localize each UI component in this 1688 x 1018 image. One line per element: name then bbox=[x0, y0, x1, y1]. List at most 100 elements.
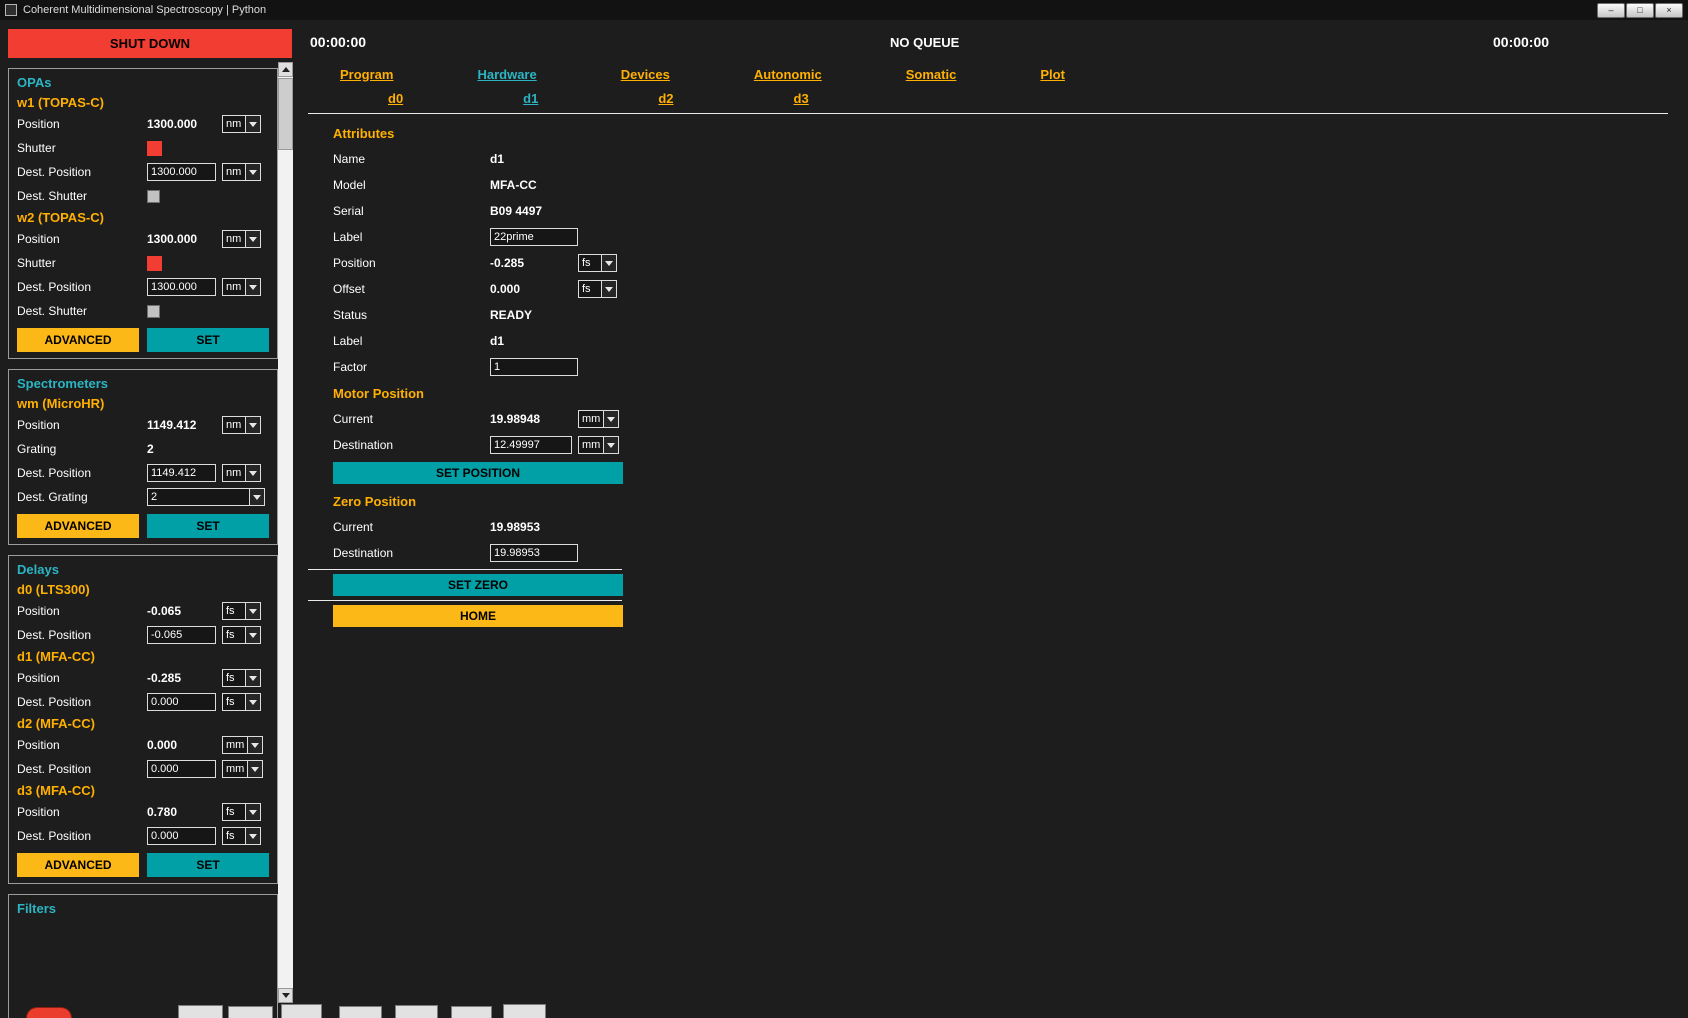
field-label: Offset bbox=[333, 282, 490, 296]
field-row-serial: SerialB09 4497 bbox=[333, 198, 1688, 224]
unit-dropdown[interactable]: nm bbox=[222, 416, 261, 434]
field-row-position: Position0.000mm bbox=[17, 733, 269, 757]
field-row-shutter: Shutter bbox=[17, 251, 269, 275]
tab-d3[interactable]: d3 bbox=[794, 91, 809, 106]
window-fragment[interactable] bbox=[503, 1004, 546, 1018]
field-row-dest-position: Dest. Positionnm bbox=[17, 275, 269, 299]
tab-program[interactable]: Program bbox=[340, 67, 393, 82]
value-dropdown[interactable]: 2 bbox=[147, 488, 265, 506]
unit-dropdown[interactable]: fs bbox=[578, 280, 617, 298]
field-value: B09 4497 bbox=[490, 204, 572, 218]
field-label: Label bbox=[333, 334, 490, 348]
advanced-button[interactable]: ADVANCED bbox=[17, 328, 139, 352]
section-filters: Filters bbox=[8, 894, 278, 1018]
unit-dropdown[interactable]: mm bbox=[578, 410, 619, 428]
text-input[interactable] bbox=[147, 278, 216, 296]
sidebar-scrollbar[interactable] bbox=[278, 62, 293, 1003]
text-input[interactable] bbox=[147, 464, 216, 482]
unit-dropdown[interactable]: fs bbox=[222, 669, 261, 687]
checkbox-unchecked[interactable] bbox=[147, 305, 160, 318]
advanced-button[interactable]: ADVANCED bbox=[17, 853, 139, 877]
dropdown-value: fs bbox=[223, 694, 245, 710]
text-input[interactable] bbox=[147, 760, 216, 778]
window-fragment[interactable] bbox=[451, 1006, 492, 1018]
field-label: Dest. Shutter bbox=[17, 189, 147, 203]
tab-d0[interactable]: d0 bbox=[388, 91, 403, 106]
minimize-button[interactable]: – bbox=[1597, 3, 1625, 18]
tab-d1[interactable]: d1 bbox=[523, 91, 538, 106]
set-button[interactable]: SET bbox=[147, 514, 269, 538]
set-button[interactable]: SET bbox=[147, 328, 269, 352]
button-row: ADVANCED SET bbox=[17, 328, 269, 352]
unit-dropdown[interactable]: nm bbox=[222, 464, 261, 482]
text-input[interactable] bbox=[490, 358, 578, 376]
window-fragment[interactable] bbox=[281, 1004, 322, 1018]
home-button[interactable]: HOME bbox=[333, 605, 623, 627]
field-label: Current bbox=[333, 412, 490, 426]
remaining-timer: 00:00:00 bbox=[1493, 34, 1549, 50]
scroll-up-icon[interactable] bbox=[278, 62, 293, 77]
text-input[interactable] bbox=[147, 626, 216, 644]
unit-dropdown[interactable]: fs bbox=[222, 827, 261, 845]
close-button[interactable]: × bbox=[1655, 3, 1683, 18]
unit-dropdown[interactable]: nm bbox=[222, 115, 261, 133]
tab-plot[interactable]: Plot bbox=[1040, 67, 1065, 82]
triangle-down-icon bbox=[282, 993, 290, 998]
section-title: OPAs bbox=[17, 75, 269, 93]
text-input[interactable] bbox=[147, 827, 216, 845]
unit-dropdown[interactable]: fs bbox=[222, 602, 261, 620]
scrollbar-thumb[interactable] bbox=[278, 78, 293, 150]
set-zero-button[interactable]: SET ZERO bbox=[333, 574, 623, 596]
scroll-down-icon[interactable] bbox=[278, 988, 293, 1003]
unit-dropdown[interactable]: fs bbox=[222, 803, 261, 821]
unit-dropdown[interactable]: nm bbox=[222, 163, 261, 181]
set-position-button[interactable]: SET POSITION bbox=[333, 462, 623, 484]
text-input[interactable] bbox=[490, 228, 578, 246]
field-value: 2 bbox=[147, 442, 216, 456]
tab-autonomic[interactable]: Autonomic bbox=[754, 67, 822, 82]
unit-dropdown[interactable]: fs bbox=[222, 626, 261, 644]
unit-dropdown[interactable]: mm bbox=[222, 736, 263, 754]
text-input[interactable] bbox=[147, 163, 216, 181]
tab-d2[interactable]: d2 bbox=[658, 91, 673, 106]
field-value: d1 bbox=[490, 152, 572, 166]
hardware-tabs: d0 d1 d2 d3 bbox=[308, 86, 1688, 110]
field-value: 1300.000 bbox=[147, 232, 216, 246]
shut-down-button[interactable]: SHUT DOWN bbox=[8, 29, 292, 58]
field-row-model: ModelMFA-CC bbox=[333, 172, 1688, 198]
unit-dropdown[interactable]: mm bbox=[578, 436, 619, 454]
field-label: Shutter bbox=[17, 256, 147, 270]
tab-hardware[interactable]: Hardware bbox=[477, 67, 536, 82]
field-row-dest-position: Dest. Positionfs bbox=[17, 824, 269, 848]
chevron-down-icon bbox=[245, 828, 260, 844]
app-icon bbox=[5, 4, 17, 16]
dropdown-value: fs bbox=[223, 627, 245, 643]
unit-dropdown[interactable]: fs bbox=[222, 693, 261, 711]
window-fragment[interactable] bbox=[339, 1006, 382, 1018]
set-button[interactable]: SET bbox=[147, 853, 269, 877]
dropdown-value: fs bbox=[579, 255, 601, 271]
section-spectrometers: Spectrometerswm (MicroHR)Position1149.41… bbox=[8, 369, 278, 545]
window-fragment[interactable] bbox=[178, 1005, 223, 1018]
main-area: Program Hardware Devices Autonomic Somatic Pl… bbox=[308, 62, 1688, 1004]
text-input[interactable] bbox=[490, 436, 572, 454]
window-fragment[interactable] bbox=[228, 1006, 273, 1018]
field-label: Position bbox=[17, 604, 147, 618]
unit-dropdown[interactable]: fs bbox=[578, 254, 617, 272]
elapsed-timer: 00:00:00 bbox=[310, 34, 366, 50]
section-title: Spectrometers bbox=[17, 376, 269, 394]
field-row-factor: Factor bbox=[333, 354, 1688, 380]
window-fragment[interactable] bbox=[26, 1007, 72, 1018]
checkbox-unchecked[interactable] bbox=[147, 190, 160, 203]
advanced-button[interactable]: ADVANCED bbox=[17, 514, 139, 538]
tab-somatic[interactable]: Somatic bbox=[906, 67, 957, 82]
text-input[interactable] bbox=[147, 693, 216, 711]
maximize-button[interactable]: □ bbox=[1626, 3, 1654, 18]
text-input[interactable] bbox=[490, 544, 578, 562]
chevron-down-icon bbox=[247, 737, 262, 753]
tab-devices[interactable]: Devices bbox=[621, 67, 670, 82]
window-fragment[interactable] bbox=[395, 1005, 438, 1018]
unit-dropdown[interactable]: nm bbox=[222, 230, 261, 248]
unit-dropdown[interactable]: mm bbox=[222, 760, 263, 778]
unit-dropdown[interactable]: nm bbox=[222, 278, 261, 296]
